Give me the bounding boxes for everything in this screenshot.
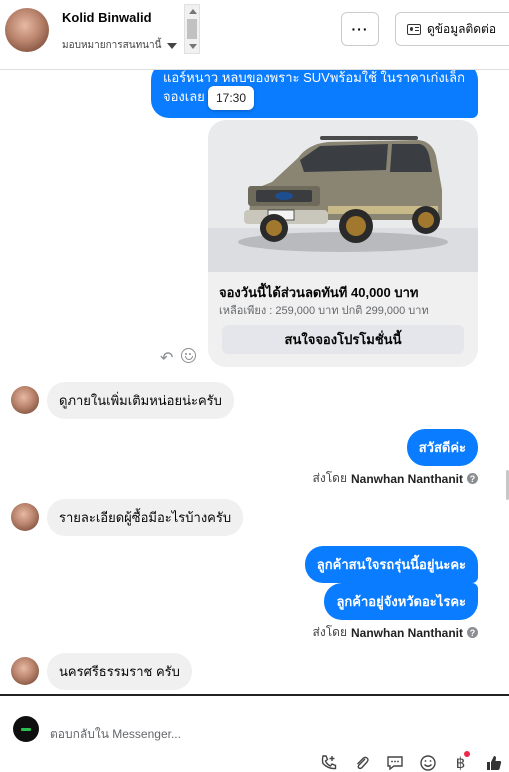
phone-add-icon[interactable] bbox=[318, 753, 339, 772]
composer-toolbar: ฿ bbox=[318, 751, 504, 772]
outgoing-promo-message[interactable]: แอร์หนาว หลบของพราะ SUVพร้อมใช้ ในราคาเก… bbox=[151, 70, 478, 118]
header-scrollbar[interactable] bbox=[184, 4, 200, 54]
sent-by-name: Nanwhan Nanthanit bbox=[350, 625, 463, 640]
sent-by-name: Nanwhan Nanthanit bbox=[350, 471, 463, 486]
help-icon[interactable]: ? bbox=[467, 473, 478, 484]
card-title: จองวันนี้ได้ส่วนลดทันที 40,000 บาท bbox=[219, 285, 419, 300]
page-avatar bbox=[13, 716, 39, 742]
contact-card-icon bbox=[407, 23, 421, 35]
scrollbar-thumb[interactable] bbox=[187, 19, 197, 39]
thumbs-up-icon[interactable] bbox=[483, 753, 504, 772]
notification-dot bbox=[464, 751, 470, 757]
sender-avatar[interactable] bbox=[11, 657, 39, 685]
paperclip-icon[interactable] bbox=[351, 753, 372, 772]
outgoing-message[interactable]: สวัสดีค่ะ bbox=[406, 429, 478, 466]
reply-composer: ตอบกลับใน Messenger... ฿ bbox=[0, 694, 509, 772]
promo-card[interactable]: จองวันนี้ได้ส่วนลดทันที 40,000 บาท เหลือ… bbox=[208, 120, 478, 367]
incoming-message[interactable]: ดูภายในเพิ่มเติมหน่อยน่ะครับ bbox=[47, 382, 234, 419]
emoji-icon[interactable] bbox=[417, 753, 438, 772]
reply-icon[interactable]: ↶ bbox=[160, 348, 173, 368]
react-smiley-icon[interactable] bbox=[181, 348, 196, 363]
view-contact-info-button[interactable]: ดูข้อมูลติดต่อ bbox=[395, 12, 509, 46]
outgoing-message[interactable]: ลูกค้าอยู่จังหวัดอะไรคะ bbox=[324, 583, 478, 620]
conversation-header: Kolid Binwalid มอบหมายการสนทนานี้ ··· ดู… bbox=[0, 0, 509, 70]
sent-by-note: ส่งโดย Nanwhan Nanthanit ? bbox=[313, 469, 478, 488]
more-options-button[interactable]: ··· bbox=[341, 12, 379, 46]
assign-label: มอบหมายการสนทนานี้ bbox=[62, 40, 162, 51]
chevron-down-icon bbox=[167, 42, 178, 49]
assign-conversation-dropdown[interactable]: มอบหมายการสนทนานี้ bbox=[62, 38, 178, 53]
book-promotion-button[interactable]: สนใจจองโปรโมชั่นนี้ bbox=[222, 325, 464, 354]
sent-by-note: ส่งโดย Nanwhan Nanthanit ? bbox=[313, 623, 478, 642]
contact-info-label: ดูข้อมูลติดต่อ bbox=[427, 21, 497, 36]
sender-avatar[interactable] bbox=[11, 386, 39, 414]
scroll-up-arrow-icon[interactable] bbox=[189, 9, 197, 14]
baht-payment-icon[interactable]: ฿ bbox=[450, 751, 471, 772]
sender-avatar[interactable] bbox=[11, 503, 39, 531]
scroll-down-arrow-icon[interactable] bbox=[189, 44, 197, 49]
reply-input[interactable]: ตอบกลับใน Messenger... bbox=[50, 725, 181, 744]
contact-avatar[interactable] bbox=[5, 8, 49, 52]
incoming-message[interactable]: นครศรีธรรมราช ครับ bbox=[47, 653, 192, 690]
card-price-subtitle: เหลือเพียง : 259,000 บาท ปกติ 299,000 บา… bbox=[219, 305, 429, 317]
sent-by-label: ส่งโดย bbox=[312, 625, 347, 639]
incoming-message[interactable]: รายละเอียดผู้ซื้อมีอะไรบ้างครับ bbox=[47, 499, 244, 536]
outgoing-message[interactable]: ลูกค้าสนใจรถรุ่นนี้อยู่นะคะ bbox=[304, 546, 478, 583]
message-thread[interactable]: แอร์หนาว หลบของพราะ SUVพร้อมใช้ ในราคาเก… bbox=[0, 70, 509, 694]
help-icon[interactable]: ? bbox=[467, 627, 478, 638]
suv-car-image[interactable] bbox=[208, 120, 478, 272]
timestamp-tooltip: 17:30 bbox=[208, 86, 255, 110]
contact-name[interactable]: Kolid Binwalid bbox=[62, 10, 152, 25]
saved-reply-icon[interactable] bbox=[384, 753, 405, 772]
sent-by-label: ส่งโดย bbox=[312, 471, 347, 485]
